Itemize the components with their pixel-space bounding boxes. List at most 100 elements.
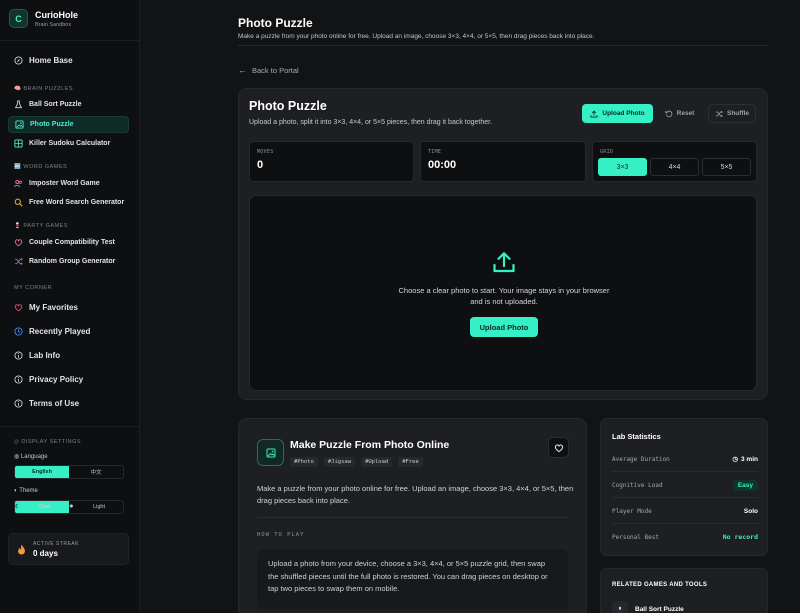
streak-label: ACTIVE STREAK — [33, 540, 79, 547]
related-item-ball-sort[interactable]: ⏸ Ball Sort Puzzle — [612, 601, 684, 613]
brand-logo: C — [9, 9, 28, 28]
active-streak: ACTIVE STREAK 0 days — [8, 533, 129, 565]
related-item-label: Ball Sort Puzzle — [635, 605, 684, 613]
reset-button[interactable]: Reset — [659, 104, 700, 123]
upload-icon — [590, 109, 598, 117]
stat-divider — [612, 471, 758, 472]
grid-label: GRID — [600, 149, 614, 155]
photo-puzzle-card: Photo Puzzle Upload a photo, split it in… — [238, 88, 768, 400]
info-icon — [14, 351, 23, 360]
stat-row-cognitive-load: Cognitive Load Easy — [612, 479, 758, 491]
stat-row-average-duration: Average Duration ◷ 3 min — [612, 454, 758, 464]
sidebar-item-label: Photo Puzzle — [30, 121, 74, 128]
grid-option-5x5[interactable]: 5×5 — [702, 158, 751, 176]
info-icon — [14, 399, 23, 408]
time-label: TIME — [428, 149, 442, 155]
stat-divider — [612, 497, 758, 498]
heart-icon — [14, 238, 23, 247]
about-description: Make a puzzle from your photo online for… — [257, 484, 574, 505]
shuffle-icon — [14, 257, 23, 266]
grid-option-4x4[interactable]: 4×4 — [650, 158, 699, 176]
clock-icon: ◷ — [732, 456, 739, 463]
streak-value: 0 days — [33, 548, 58, 558]
lab-statistics-title: Lab Statistics — [612, 432, 661, 441]
upload-icon — [493, 252, 515, 273]
sidebar-item-imposter-word[interactable]: Imposter Word Game — [8, 175, 129, 192]
about-card: Make Puzzle From Photo Online #Photo #Ji… — [238, 418, 587, 613]
lab-statistics-card: Lab Statistics Average Duration ◷ 3 min C… — [600, 418, 768, 556]
tag[interactable]: #Free — [398, 457, 423, 467]
tag[interactable]: #Photo — [290, 457, 318, 467]
difficulty-badge: Easy — [732, 479, 758, 491]
upload-photo-label: Upload Photo — [602, 110, 645, 117]
search-icon — [14, 198, 23, 207]
shuffle-label: Shuffle — [726, 110, 750, 117]
section-label-brain: 🧠 BRAIN PUZZLES — [14, 86, 73, 92]
stat-value: Solo — [743, 507, 758, 515]
sidebar-item-label: Killer Sudoku Calculator — [29, 140, 111, 147]
brand-subtitle: Brain Sandbox — [35, 21, 72, 28]
sidebar-item-label: Free Word Search Generator — [29, 199, 125, 206]
time-value: 00:00 — [428, 159, 457, 171]
stat-key: Average Duration — [612, 455, 670, 463]
sidebar-item-label: Ball Sort Puzzle — [29, 101, 82, 108]
section-label-display: ◎ DISPLAY SETTINGS — [14, 439, 82, 445]
shuffle-button[interactable]: Shuffle — [708, 104, 756, 123]
photo-drop-zone[interactable]: Choose a clear photo to start. Your imag… — [249, 195, 757, 391]
how-to-play-label: HOW TO PLAY — [257, 532, 305, 538]
sidebar-item-ball-sort[interactable]: Ball Sort Puzzle — [8, 96, 129, 113]
tag[interactable]: #Jigsaw — [323, 457, 356, 467]
upload-photo-button[interactable]: Upload Photo — [582, 104, 653, 123]
language-label: ◍ Language — [14, 454, 48, 460]
sidebar-item-recently-played[interactable]: Recently Played — [8, 323, 129, 340]
game-description: Upload a photo, split it into 3×3, 4×4, … — [249, 119, 493, 126]
drop-instructions-line1: Choose a clear photo to start. Your imag… — [398, 286, 610, 295]
sidebar-item-label: Recently Played — [29, 327, 91, 336]
sidebar-item-label: Random Group Generator — [29, 258, 116, 265]
theme-option-dark[interactable]: ☾ Dark — [15, 501, 69, 513]
sidebar-item-group-generator[interactable]: Random Group Generator — [8, 253, 129, 270]
sidebar-item-couple-test[interactable]: Couple Compatibility Test — [8, 234, 129, 251]
how-to-play-text: Upload a photo from your device, choose … — [257, 549, 568, 609]
favorite-button[interactable] — [548, 437, 569, 458]
flask-icon: ⏸ — [612, 601, 628, 613]
stat-row-personal-best: Personal Best No record — [612, 532, 758, 542]
time-stat: TIME 00:00 — [420, 141, 586, 182]
stat-value: No record — [722, 533, 758, 541]
brand-name: CurioHole — [35, 9, 79, 20]
sidebar-item-label: Privacy Policy — [29, 375, 84, 384]
page-description: Make a puzzle from your photo online for… — [238, 33, 595, 40]
language-option-english[interactable]: English — [15, 466, 69, 478]
grid-option-3x3[interactable]: 3×3 — [598, 158, 647, 176]
sidebar-item-favorites[interactable]: My Favorites — [8, 299, 129, 316]
back-to-portal-link[interactable]: ← Back to Portal — [238, 65, 299, 75]
stat-value: ◷ 3 min — [732, 456, 758, 463]
stat-key: Player Mode — [612, 507, 652, 515]
tag[interactable]: #Upload — [361, 457, 393, 467]
theme-label: ◐ Theme — [14, 488, 38, 494]
stat-divider — [612, 523, 758, 524]
sidebar-item-killer-sudoku[interactable]: Killer Sudoku Calculator — [8, 135, 129, 152]
flask-icon — [14, 100, 23, 109]
sidebar-item-terms-of-use[interactable]: Terms of Use — [8, 395, 129, 412]
brand[interactable]: C CurioHole Brain Sandbox — [9, 9, 78, 28]
theme-option-light[interactable]: ✹ Light — [69, 501, 123, 513]
language-option-chinese[interactable]: 中文 — [69, 466, 123, 478]
tag-list: #Photo #Jigsaw #Upload #Free — [290, 457, 429, 467]
compass-icon — [14, 56, 23, 65]
sidebar-item-word-search[interactable]: Free Word Search Generator — [8, 194, 129, 211]
sidebar-item-label: Home Base — [29, 56, 73, 65]
sidebar-item-lab-info[interactable]: Lab Info — [8, 347, 129, 364]
drop-upload-photo-button[interactable]: Upload Photo — [470, 317, 538, 337]
sidebar-item-home-base[interactable]: Home Base — [8, 52, 129, 69]
sidebar-item-label: My Favorites — [29, 303, 78, 312]
shuffle-icon — [715, 110, 723, 117]
sidebar-item-privacy-policy[interactable]: Privacy Policy — [8, 371, 129, 388]
sidebar-divider — [0, 426, 140, 427]
sidebar-item-photo-puzzle[interactable]: Photo Puzzle — [8, 116, 129, 133]
section-label-word: 🔤 WORD GAMES — [14, 164, 68, 170]
language-toggle: English 中文 — [14, 465, 124, 479]
theme-toggle: ☾ Dark ✹ Light — [14, 500, 124, 514]
section-label-my-corner: MY CORNER — [14, 285, 53, 291]
image-icon — [257, 439, 284, 466]
